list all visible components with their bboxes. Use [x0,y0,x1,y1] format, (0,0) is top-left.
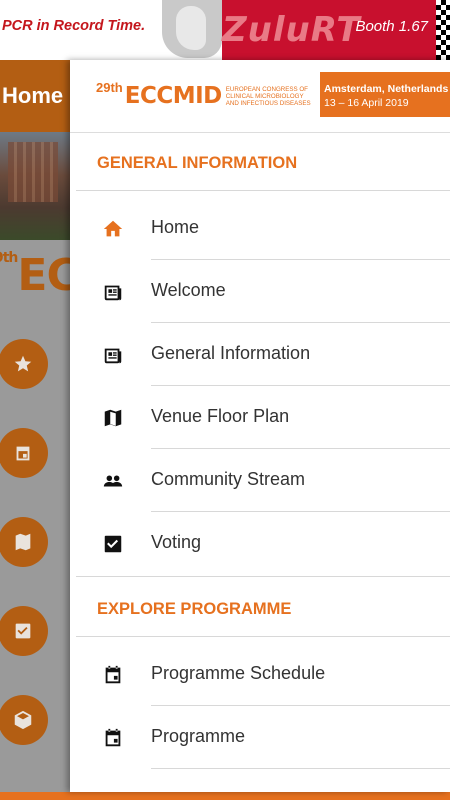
background-logo-text: 9thEC [0,250,79,301]
navigation-drawer: 29th ECCMID European Congress of Clinica… [70,60,450,792]
ad-tagline: PCR in Record Time. [2,18,146,34]
ad-booth: Booth 1.67 [355,18,428,35]
background-app: Home 9thEC [0,60,79,800]
calendar-icon [16,446,30,461]
section-divider [76,636,450,637]
map-icon [15,533,31,551]
menu-item-label: Home [151,217,200,237]
menu-item-community-stream[interactable]: Community Stream [70,449,450,512]
background-header-title: Home [0,60,72,132]
section-divider [76,190,450,191]
home-icon [102,218,124,240]
menu-item-home[interactable]: Home [70,197,450,260]
menu-item-general-information[interactable]: General Information [70,323,450,386]
ad-banner-left: PCR in Record Time. [0,0,222,60]
eccmid-logo: 29th ECCMID European Congress of Clinica… [96,74,318,118]
calendar-icon [102,727,124,749]
logo-city: Amsterdam, Netherlands [324,83,449,95]
section-title-explore-programme: EXPLORE PROGRAMME [97,600,292,618]
background-voting-button [0,606,48,656]
section-divider [76,576,450,577]
logo-name: ECCMID [124,83,223,109]
checkbox-icon [15,623,31,639]
newspaper-icon [102,344,124,366]
ad-banner-right: ZuluRT Booth 1.67 [222,0,436,60]
map-icon [102,407,124,429]
menu-item-programme-schedule[interactable]: Programme Schedule [70,643,450,706]
menu-item-label: Voting [151,532,202,552]
background-favorites-button [0,339,48,389]
ad-hand-image [162,0,222,58]
menu-item-label: General Information [151,343,311,363]
background-calendar-button [0,428,48,478]
menu-item-programme[interactable]: Programme [70,706,450,769]
logo-subtitle: European Congress of Clinical Microbiolo… [225,85,311,107]
background-cube-button [0,695,48,745]
menu-item-label: Programme [151,726,246,746]
background-photo [0,132,70,240]
checkbox-icon [102,533,124,555]
cube-icon [14,710,32,730]
menu-item-voting[interactable]: Voting [70,512,450,575]
ad-banner[interactable]: PCR in Record Time. ZuluRT Booth 1.67 [0,0,450,60]
bottom-accent-bar [0,792,450,800]
calendar-icon [102,664,124,686]
logo-dates: 13 – 16 April 2019 [324,97,409,109]
people-icon [102,470,124,492]
newspaper-icon [102,281,124,303]
item-separator [151,768,450,769]
menu-item-welcome[interactable]: Welcome [70,260,450,323]
menu-item-label: Community Stream [151,469,306,489]
menu-item-label: Welcome [151,280,226,300]
ad-brand: ZuluRT [222,10,361,50]
logo-edition: 29th [96,80,123,95]
drawer-header: 29th ECCMID European Congress of Clinica… [70,60,450,133]
star-icon [14,355,32,372]
logo-location-box: Amsterdam, Netherlands 13 – 16 April 201… [320,72,450,117]
menu-item-label: Venue Floor Plan [151,406,290,426]
menu-item-venue-floor-plan[interactable]: Venue Floor Plan [70,386,450,449]
menu-item-label: Programme Schedule [151,663,326,683]
background-map-button [0,517,48,567]
section-title-general-information: GENERAL INFORMATION [97,154,298,172]
ad-checker-pattern [436,0,450,60]
